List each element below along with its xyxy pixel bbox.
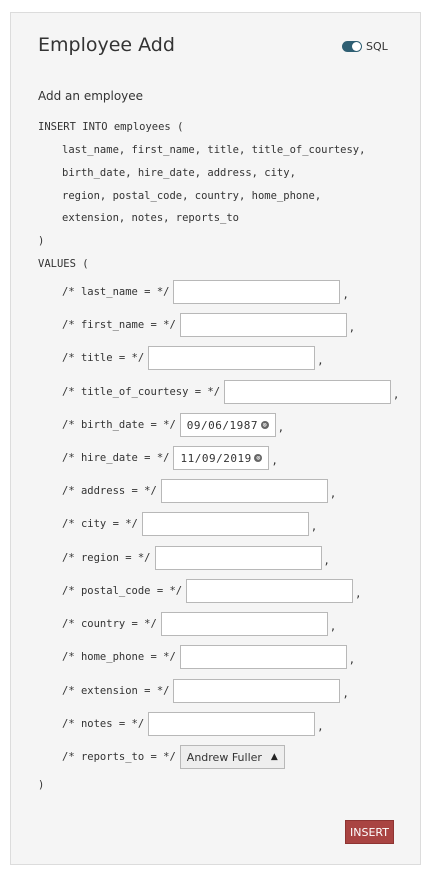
field-extension: /* extension = */ , bbox=[62, 678, 349, 704]
field-label: /* reports_to = */ bbox=[62, 751, 176, 763]
comma: , bbox=[348, 322, 356, 334]
comma: , bbox=[355, 588, 362, 600]
field-birth-date: /* birth_date = */ 09/06/1987 ⊗ , bbox=[62, 412, 284, 438]
field-label: /* region = */ bbox=[62, 552, 151, 564]
field-label: /* birth_date = */ bbox=[62, 419, 176, 431]
sql-columns-line: birth_date, hire_date, address, city, bbox=[62, 167, 296, 179]
notes-input[interactable] bbox=[148, 712, 316, 736]
field-label: /* city = */ bbox=[62, 518, 138, 530]
field-label: /* title_of_courtesy = */ bbox=[62, 386, 221, 398]
field-address: /* address = */ , bbox=[62, 478, 336, 504]
address-input[interactable] bbox=[160, 479, 328, 503]
comma: , bbox=[329, 621, 337, 633]
sql-toggle-label: SQL bbox=[366, 40, 388, 53]
comma: , bbox=[271, 455, 278, 467]
field-label: /* title = */ bbox=[62, 352, 145, 364]
sql-values-line: VALUES ( bbox=[38, 258, 89, 270]
comma: , bbox=[329, 488, 337, 500]
field-country: /* country = */ , bbox=[62, 611, 336, 637]
field-first-name: /* first_name = */ , bbox=[62, 312, 355, 338]
hire-date-value: 11/09/2019 bbox=[180, 451, 252, 465]
clear-icon[interactable]: ⊗ bbox=[254, 454, 263, 462]
comma: , bbox=[317, 355, 324, 367]
comma: , bbox=[342, 289, 349, 301]
field-label: /* extension = */ bbox=[62, 685, 170, 697]
home-phone-input[interactable] bbox=[179, 645, 347, 669]
comma: , bbox=[323, 555, 330, 567]
city-input[interactable] bbox=[141, 512, 309, 536]
employee-add-panel: Employee Add SQL Add an employee INSERT … bbox=[10, 12, 421, 865]
clear-icon[interactable]: ⊗ bbox=[260, 421, 269, 429]
field-city: /* city = */ , bbox=[62, 511, 317, 537]
birth-date-input[interactable]: 09/06/1987 ⊗ bbox=[179, 413, 276, 437]
sql-columns-line: region, postal_code, country, home_phone… bbox=[62, 190, 322, 202]
comma: , bbox=[348, 654, 356, 666]
comma: , bbox=[393, 389, 400, 401]
field-last-name: /* last_name = */ , bbox=[62, 279, 349, 305]
extension-input[interactable] bbox=[173, 679, 341, 703]
field-postal-code: /* postal_code = */ , bbox=[62, 578, 361, 604]
field-label: /* country = */ bbox=[62, 618, 157, 630]
insert-button[interactable]: INSERT bbox=[345, 820, 394, 844]
hire-date-input[interactable]: 11/09/2019 ⊗ bbox=[173, 446, 270, 470]
field-notes: /* notes = */ , bbox=[62, 711, 324, 737]
toggle-switch[interactable] bbox=[342, 41, 362, 52]
title-of-courtesy-input[interactable] bbox=[224, 380, 392, 404]
field-hire-date: /* hire_date = */ 11/09/2019 ⊗ , bbox=[62, 445, 278, 471]
birth-date-value: 09/06/1987 bbox=[186, 418, 259, 432]
first-name-input[interactable] bbox=[179, 313, 347, 337]
postal-code-input[interactable] bbox=[186, 579, 354, 603]
sql-close-paren: ) bbox=[38, 235, 45, 247]
sql-end-paren: ) bbox=[38, 779, 45, 791]
field-label: /* first_name = */ bbox=[62, 319, 176, 331]
field-label: /* hire_date = */ bbox=[62, 452, 170, 464]
last-name-input[interactable] bbox=[173, 280, 341, 304]
field-title: /* title = */ , bbox=[62, 345, 324, 371]
page-title: Employee Add bbox=[38, 34, 175, 56]
page-subtitle: Add an employee bbox=[38, 89, 144, 103]
comma: , bbox=[317, 721, 324, 733]
field-label: /* postal_code = */ bbox=[62, 585, 183, 597]
comma: , bbox=[342, 688, 349, 700]
reports-to-value: Andrew Fuller bbox=[186, 750, 262, 764]
field-label: /* home_phone = */ bbox=[62, 651, 176, 663]
field-region: /* region = */ , bbox=[62, 545, 330, 571]
region-input[interactable] bbox=[154, 546, 322, 570]
sql-columns-line: extension, notes, reports_to bbox=[62, 212, 240, 224]
country-input[interactable] bbox=[160, 612, 328, 636]
sql-toggle[interactable]: SQL bbox=[342, 40, 388, 53]
field-label: /* address = */ bbox=[62, 485, 157, 497]
sql-insert-line: INSERT INTO employees ( bbox=[38, 121, 184, 133]
sql-columns-line: last_name, first_name, title, title_of_c… bbox=[62, 144, 366, 156]
field-label: /* last_name = */ bbox=[62, 286, 170, 298]
field-title-of-courtesy: /* title_of_courtesy = */ , bbox=[62, 379, 399, 405]
comma: , bbox=[310, 521, 318, 533]
field-reports-to: /* reports_to = */ Andrew Fuller ▲ bbox=[62, 744, 285, 770]
field-label: /* notes = */ bbox=[62, 718, 145, 730]
comma: , bbox=[277, 422, 285, 434]
field-home-phone: /* home_phone = */ , bbox=[62, 644, 355, 670]
arrow-up-icon: ▲ bbox=[270, 752, 278, 762]
toggle-knob bbox=[352, 42, 361, 51]
title-input[interactable] bbox=[148, 346, 316, 370]
reports-to-select[interactable]: Andrew Fuller ▲ bbox=[179, 745, 285, 769]
